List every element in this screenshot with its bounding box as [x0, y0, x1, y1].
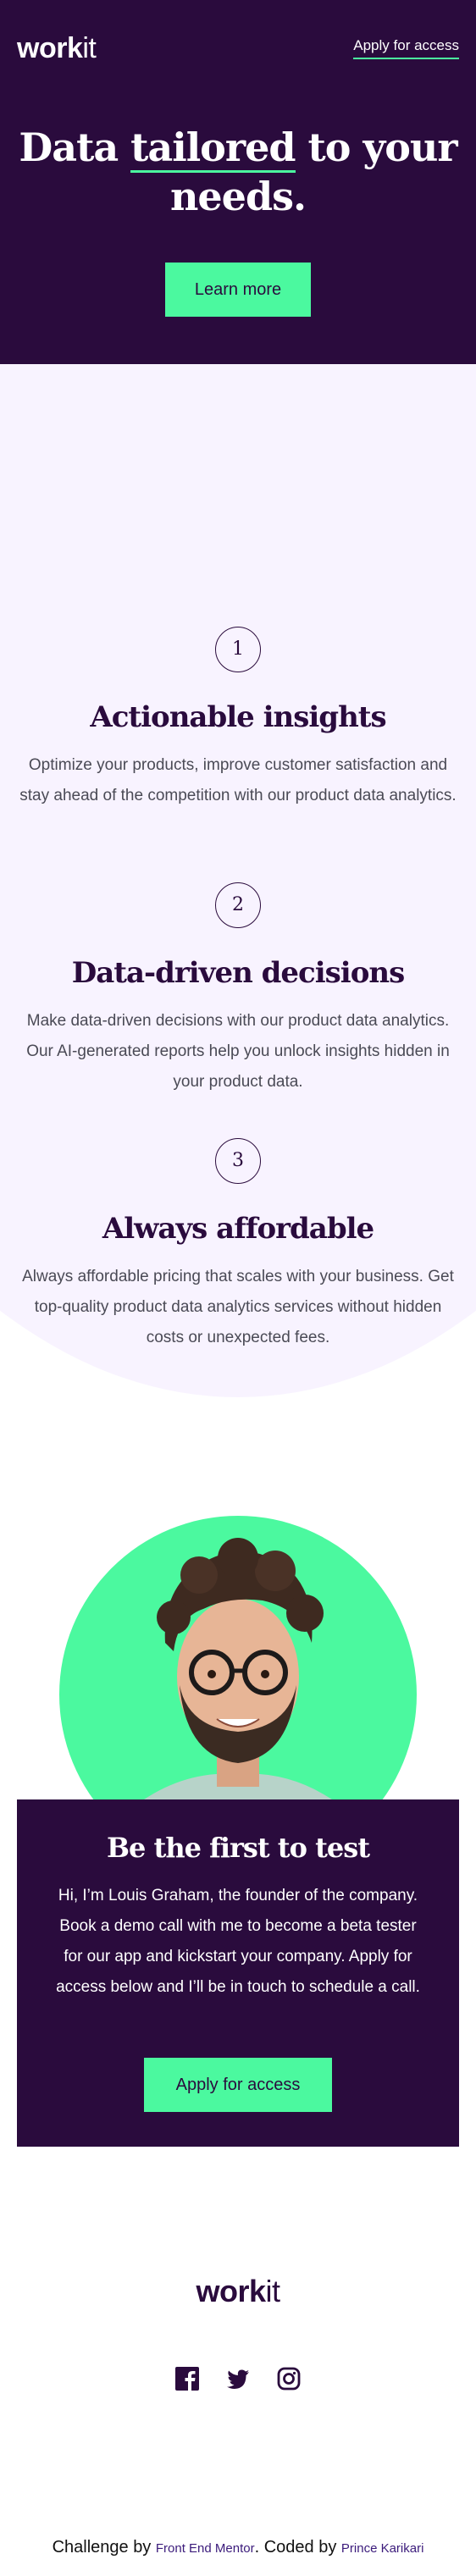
- feature-number: 3: [215, 1138, 261, 1184]
- hero-title: Data tailored to your needs.: [19, 124, 458, 219]
- frontend-mentor-link[interactable]: Front End Mentor: [156, 2541, 255, 2556]
- feature-title: Data-driven decisions: [71, 956, 406, 990]
- site-logo[interactable]: workit: [17, 32, 97, 65]
- hero-title-highlight: tailored: [130, 124, 296, 173]
- founder-title: Be the first to test: [106, 1832, 370, 1864]
- founder-card: Be the first to test Hi, I’m Louis Graha…: [17, 1799, 459, 2147]
- feature-item: 3 Always affordable Always affordable pr…: [0, 1138, 476, 1353]
- feature-text: Always affordable pricing that scales wi…: [22, 1268, 454, 1346]
- feature-title: Actionable insights: [90, 700, 386, 734]
- facebook-icon[interactable]: [174, 2367, 199, 2391]
- feature-text: Optimize your products, improve customer…: [19, 756, 457, 804]
- founder-text: Hi, I’m Louis Graham, the founder of the…: [56, 1887, 420, 1996]
- learn-more-button[interactable]: Learn more: [165, 263, 311, 317]
- author-link[interactable]: Prince Karikari: [341, 2541, 424, 2556]
- apply-for-access-button[interactable]: Apply for access: [144, 2058, 332, 2112]
- feature-title: Always affordable: [102, 1212, 374, 1246]
- attribution: Challenge by Front End Mentor. Coded by …: [52, 2538, 424, 2557]
- page: workit Apply for access Data tailored to…: [0, 0, 476, 2576]
- footer-logo[interactable]: workit: [0, 2274, 476, 2309]
- instagram-icon[interactable]: [277, 2367, 301, 2391]
- apply-for-access-link[interactable]: Apply for access: [353, 37, 459, 59]
- features-section: 1 Actionable insights Optimize your prod…: [0, 525, 476, 1457]
- feature-number: 2: [215, 882, 261, 928]
- social-links: [0, 2367, 476, 2391]
- twitter-icon[interactable]: [226, 2367, 250, 2391]
- feature-text: Make data-driven decisions with our prod…: [26, 1012, 450, 1091]
- feature-number: 1: [215, 627, 261, 672]
- feature-item: 2 Data-driven decisions Make data-driven…: [0, 882, 476, 1097]
- feature-item: 1 Actionable insights Optimize your prod…: [0, 627, 476, 811]
